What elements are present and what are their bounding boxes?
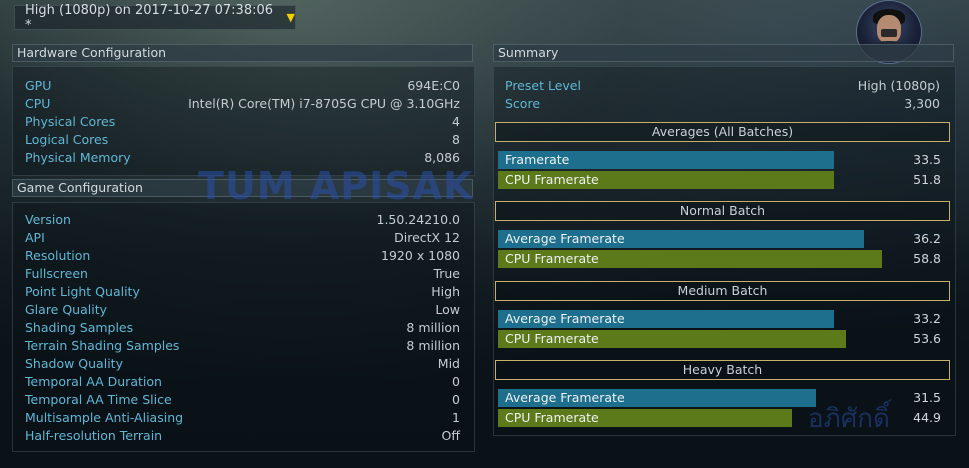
- config-key: Point Light Quality: [25, 284, 140, 299]
- config-row: Resolution 1920 x 1080: [25, 247, 460, 265]
- config-value: 4: [452, 114, 460, 129]
- config-key: Physical Memory: [25, 150, 131, 165]
- config-key: GPU: [25, 78, 52, 93]
- config-key: Multisample Anti-Aliasing: [25, 410, 184, 425]
- config-row: Logical Cores 8: [25, 131, 460, 149]
- preset-level-label: Preset Level: [505, 78, 581, 93]
- framerate-value: 53.6: [913, 331, 941, 346]
- config-key: Temporal AA Duration: [25, 374, 162, 389]
- framerate-value: 33.2: [913, 311, 941, 326]
- config-row: API DirectX 12: [25, 229, 460, 247]
- config-row: Half-resolution Terrain Off: [25, 427, 460, 445]
- preset-level-row: Preset Level High (1080p): [505, 77, 940, 95]
- watermark-text: TUM APISAK: [198, 164, 474, 208]
- config-value: 8: [452, 132, 460, 147]
- config-value: 0: [452, 392, 460, 407]
- config-row: Multisample Anti-Aliasing 1: [25, 409, 460, 427]
- config-value: 8 million: [406, 320, 460, 335]
- watermark-thai-text: อภิศักดิ์: [808, 404, 890, 434]
- config-value: True: [433, 266, 460, 281]
- batch-section-header: Heavy Batch: [495, 360, 950, 380]
- config-row: Shadow Quality Mid: [25, 355, 460, 373]
- average-framerate-bar: Framerate: [498, 151, 834, 169]
- run-selector-dropdown[interactable]: High (1080p) on 2017-10-27 07:38:06 * ▼: [14, 2, 296, 33]
- config-value: 1920 x 1080: [381, 248, 460, 263]
- config-value: 694E:C0: [407, 78, 460, 93]
- cpu-framerate-bar: CPU Framerate: [498, 330, 846, 348]
- config-key: Shading Samples: [25, 320, 134, 335]
- batch-section-header: Medium Batch: [495, 281, 950, 301]
- config-row: Point Light Quality High: [25, 283, 460, 301]
- config-value: 8 million: [406, 338, 460, 353]
- config-value: High: [431, 284, 460, 299]
- config-row: Glare Quality Low: [25, 301, 460, 319]
- config-value: 0: [452, 374, 460, 389]
- config-key: Glare Quality: [25, 302, 108, 317]
- score-label: Score: [505, 96, 541, 111]
- config-key: Half-resolution Terrain: [25, 428, 163, 443]
- chevron-down-icon: ▼: [286, 11, 295, 24]
- preset-level-value: High (1080p): [857, 78, 940, 93]
- framerate-value: 33.5: [913, 152, 941, 167]
- config-key: Version: [25, 212, 71, 227]
- summary-header: Summary: [493, 44, 954, 62]
- config-value: Mid: [437, 356, 460, 371]
- config-value: 1: [452, 410, 460, 425]
- config-key: Terrain Shading Samples: [25, 338, 180, 353]
- config-row: Terrain Shading Samples 8 million: [25, 337, 460, 355]
- score-value: 3,300: [904, 96, 940, 111]
- config-row: Shading Samples 8 million: [25, 319, 460, 337]
- framerate-value: 36.2: [913, 231, 941, 246]
- cpu-framerate-bar: CPU Framerate: [498, 171, 834, 189]
- batch-section-header: Averages (All Batches): [495, 122, 950, 142]
- batch-section-header: Normal Batch: [495, 201, 950, 221]
- config-row: CPU Intel(R) Core(TM) i7-8705G CPU @ 3.10…: [25, 95, 460, 113]
- config-value: Intel(R) Core(TM) i7-8705G CPU @ 3.10GHz: [188, 96, 460, 111]
- config-row: GPU 694E:C0: [25, 77, 460, 95]
- config-key: Fullscreen: [25, 266, 88, 281]
- framerate-value: 58.8: [913, 251, 941, 266]
- config-key: Temporal AA Time Slice: [25, 392, 172, 407]
- config-value: 1.50.24210.0: [376, 212, 461, 227]
- average-framerate-bar: Average Framerate: [498, 310, 834, 328]
- run-selector-label: High (1080p) on 2017-10-27 07:38:06 *: [25, 2, 274, 33]
- average-framerate-bar: Average Framerate: [498, 389, 816, 407]
- config-key: API: [25, 230, 45, 245]
- score-row: Score 3,300: [505, 95, 940, 113]
- config-row: Temporal AA Time Slice 0: [25, 391, 460, 409]
- config-key: Logical Cores: [25, 132, 109, 147]
- framerate-value: 51.8: [913, 172, 941, 187]
- config-key: Shadow Quality: [25, 356, 123, 371]
- hardware-config-header: Hardware Configuration: [12, 44, 473, 62]
- config-key: CPU: [25, 96, 51, 111]
- config-row: Temporal AA Duration 0: [25, 373, 460, 391]
- config-value: Low: [435, 302, 460, 317]
- config-value: DirectX 12: [394, 230, 460, 245]
- config-key: Resolution: [25, 248, 91, 263]
- config-row: Version 1.50.24210.0: [25, 211, 460, 229]
- config-row: Physical Cores 4: [25, 113, 460, 131]
- cpu-framerate-bar: CPU Framerate: [498, 409, 792, 427]
- config-key: Physical Cores: [25, 114, 116, 129]
- cpu-framerate-bar: CPU Framerate: [498, 250, 882, 268]
- average-framerate-bar: Average Framerate: [498, 230, 864, 248]
- config-row: Fullscreen True: [25, 265, 460, 283]
- config-value: Off: [441, 428, 460, 443]
